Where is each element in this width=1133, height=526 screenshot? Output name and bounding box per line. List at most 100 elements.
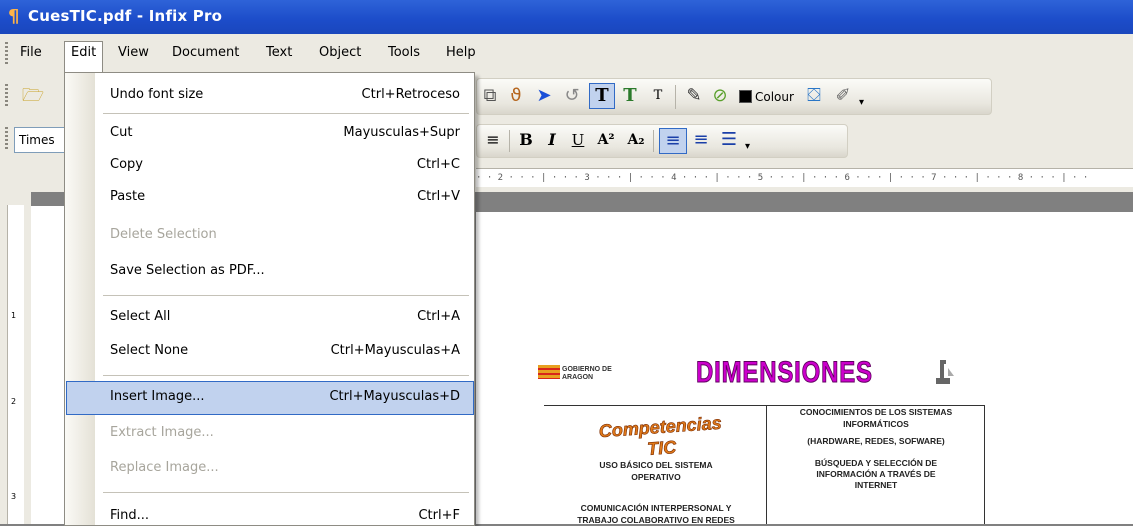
cell-basic-line-2: OPERATIVO [631, 472, 681, 482]
cell-knowledge-line-1: CONOCIMIENTOS DE LOS SISTEMAS [799, 407, 953, 417]
menu-edit[interactable]: Edit [64, 41, 104, 72]
menu-item-copy[interactable]: Copy Ctrl+C [65, 150, 474, 180]
align-left-icon[interactable]: ≡ [659, 128, 687, 154]
align-right-icon[interactable]: ☰ [717, 128, 741, 152]
underline-button[interactable]: U [567, 128, 589, 152]
link-tool-icon[interactable]: ϑ [505, 84, 527, 108]
menu-item-label: Delete Selection [110, 227, 217, 242]
aragon-flag-icon [538, 365, 560, 379]
select-arrow-icon[interactable]: ➤ [533, 84, 555, 108]
menu-item-shortcut: Ctrl+F [418, 508, 460, 523]
format-toolbar-strip: ≡ B I U A² A₂ ≡ ≡ ☰ ▾ [476, 124, 848, 158]
menu-item-cut[interactable]: Cut Mayusculas+Supr [65, 118, 474, 148]
open-folder-icon[interactable]: 🗁 [18, 84, 48, 108]
menu-help[interactable]: Help [440, 42, 482, 64]
menu-separator [103, 492, 469, 493]
menu-item-label: Cut [110, 125, 133, 140]
menu-item-replace-image[interactable]: Replace Image... [65, 453, 474, 483]
colour-label[interactable]: Colour [755, 86, 794, 108]
horizontal-ruler: · · 2 · · · | · · · 3 · · · | · · · 4 · … [476, 168, 1133, 187]
menu-item-label: Paste [110, 189, 146, 204]
menu-object[interactable]: Object [313, 42, 367, 64]
menubar-grip[interactable] [5, 42, 8, 64]
menu-item-shortcut: Mayusculas+Supr [343, 125, 460, 140]
fill-bucket-icon[interactable]: ⛋ [801, 84, 827, 108]
menu-item-label: Save Selection as PDF... [110, 263, 265, 278]
vruler-mark: 2 [11, 397, 17, 406]
cell-knowledge-line-2: INFORMÁTICOS [843, 419, 909, 429]
window-title: CuesTIC.pdf - Infix Pro [28, 7, 223, 25]
rotate-icon[interactable]: ↺ [561, 84, 583, 108]
menu-item-label: Select All [110, 309, 171, 324]
cell-search-line-1: BÚSQUEDA Y SELECCIÓN DE [814, 458, 938, 468]
title-bar: ¶ CuesTIC.pdf - Infix Pro [0, 0, 1133, 34]
menu-item-label: Select None [110, 343, 189, 358]
align-center-icon[interactable]: ≡ [689, 128, 713, 152]
menu-item-label: Replace Image... [110, 460, 219, 475]
menu-item-paste[interactable]: Paste Ctrl+V [65, 182, 474, 212]
menu-document[interactable]: Document [166, 42, 245, 64]
crop-icon[interactable]: ⧉ [479, 84, 501, 108]
format-separator-2 [653, 130, 654, 152]
menu-text[interactable]: Text [260, 42, 298, 64]
cell-comm-line-1: COMUNICACIÓN INTERPERSONAL Y [580, 503, 732, 513]
bold-button[interactable]: B [515, 128, 537, 152]
pdf-page[interactable]: GOBIERNO DE ARAGON DIMENSIONES Competenc… [476, 212, 1133, 525]
menu-item-select-all[interactable]: Select All Ctrl+A [65, 302, 474, 332]
menu-separator [103, 295, 469, 296]
eyedropper-icon[interactable]: ✎ [683, 84, 705, 108]
menu-item-save-selection-pdf[interactable]: Save Selection as PDF... [65, 256, 474, 286]
cell-search-line-2: INFORMACIÓN A TRAVÉS DE [816, 469, 936, 479]
menu-tools[interactable]: Tools [382, 42, 426, 64]
toolbar-overflow-icon[interactable]: ▾ [859, 97, 864, 108]
menu-item-extract-image[interactable]: Extract Image... [65, 418, 474, 448]
menu-item-shortcut: Ctrl+A [417, 309, 460, 324]
app-icon: ¶ [8, 6, 20, 27]
toolbar-strip: ⧉ ϑ ➤ ↺ T T T ✎ ⊘ Colour ⛋ ✐ ▾ [476, 78, 992, 115]
menu-item-find[interactable]: Find... Ctrl+F [65, 501, 474, 525]
menu-item-label: Insert Image... [110, 389, 205, 404]
vruler-mark: 3 [11, 492, 17, 501]
vruler-mark: 1 [11, 311, 17, 320]
menu-item-shortcut: Ctrl+Mayusculas+A [330, 343, 460, 358]
format-overflow-icon[interactable]: ▾ [745, 141, 750, 152]
text-spacing-icon[interactable]: T [647, 84, 669, 108]
format-separator [509, 130, 510, 152]
vertical-ruler: 1 2 3 [7, 205, 24, 524]
colour-swatch-icon[interactable] [739, 90, 752, 103]
toolbar-grip[interactable] [5, 84, 8, 108]
text-tool-icon[interactable]: T [589, 83, 615, 109]
menu-bar: File Edit View Document Text Object Tool… [0, 34, 1133, 73]
menu-item-label: Extract Image... [110, 425, 214, 440]
menu-file[interactable]: File [14, 42, 48, 64]
toolbar-separator [675, 85, 676, 109]
menu-item-shortcut: Ctrl+V [417, 189, 460, 204]
no-colour-icon[interactable]: ⊘ [709, 84, 731, 108]
menu-item-label: Find... [110, 508, 150, 523]
justify-icon[interactable]: ≡ [481, 128, 505, 152]
subscript-button[interactable]: A₂ [623, 128, 649, 152]
cell-search-line-3: INTERNET [854, 480, 898, 490]
gov-logo-text: GOBIERNO DE ARAGON [562, 366, 612, 381]
menu-item-undo[interactable]: Undo font size Ctrl+Retroceso [65, 80, 474, 110]
table-top-rule [544, 405, 984, 406]
menu-item-select-none[interactable]: Select None Ctrl+Mayusculas+A [65, 336, 474, 366]
menu-item-delete-selection[interactable]: Delete Selection [65, 220, 474, 250]
document-heading: DIMENSIONES [696, 356, 873, 390]
cell-basic-line-1: USO BÁSICO DEL SISTEMA [599, 460, 713, 470]
menu-item-insert-image[interactable]: Insert Image... Ctrl+Mayusculas+D [65, 382, 474, 412]
menu-item-shortcut: Ctrl+Mayusculas+D [329, 389, 460, 404]
edit-menu-dropdown: Undo font size Ctrl+Retroceso Cut Mayusc… [64, 72, 475, 526]
institution-logo [934, 358, 956, 386]
format-toolbar-grip[interactable] [5, 127, 8, 151]
menu-separator [103, 113, 469, 114]
italic-button[interactable]: I [541, 128, 563, 152]
superscript-button[interactable]: A² [593, 128, 619, 152]
menu-view[interactable]: View [112, 42, 155, 64]
menu-item-label: Copy [110, 157, 143, 172]
menu-item-label: Undo font size [110, 87, 204, 102]
menu-item-shortcut: Ctrl+C [416, 157, 460, 172]
text-flow-icon[interactable]: T [619, 84, 641, 108]
competencias-tic-logo: Competencias TIC [598, 412, 723, 459]
pencil-icon[interactable]: ✐ [831, 84, 855, 108]
